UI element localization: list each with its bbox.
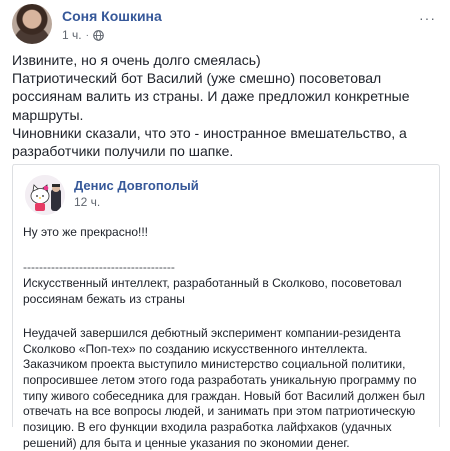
shared-author[interactable]: Денис Довгополый: [74, 178, 199, 193]
post-time[interactable]: 1 ч.: [62, 28, 82, 42]
separator-dot: ·: [85, 29, 89, 41]
shared-post[interactable]: Денис Довгополый 12 ч. Ну это же прекрас…: [12, 164, 440, 450]
post-author[interactable]: Соня Кошкина: [62, 8, 162, 24]
avatar[interactable]: [12, 4, 52, 44]
globe-icon[interactable]: [93, 29, 104, 41]
post-meta: 1 ч. ·: [62, 28, 104, 42]
post-line: Извините, но я очень долго смеялась): [12, 52, 261, 68]
separator-line: --------------------------------------: [23, 259, 175, 274]
post-line: Патриотический бот Василий (уже смешно) …: [12, 70, 410, 123]
hello-kitty-avatar-icon: [25, 175, 65, 215]
shared-time[interactable]: 12 ч.: [74, 195, 100, 209]
more-options-button[interactable]: ···: [419, 10, 436, 26]
post-body: Извините, но я очень долго смеялась) Пат…: [12, 51, 442, 178]
post-line: Чиновники сказали, что это - иностранное…: [12, 124, 407, 160]
shared-paragraph: Ну это же прекрасно!!!: [23, 225, 149, 239]
shared-body: Ну это же прекрасно!!! -----------------…: [23, 225, 433, 451]
shared-avatar[interactable]: [25, 175, 65, 215]
facebook-post: Соня Кошкина 1 ч. · ··· Извините, но я о…: [0, 0, 450, 450]
shared-paragraph: Неудачей завершился дебютный эксперимент…: [23, 325, 426, 450]
shared-paragraph: Искусственный интеллект, разработанный в…: [23, 276, 402, 307]
